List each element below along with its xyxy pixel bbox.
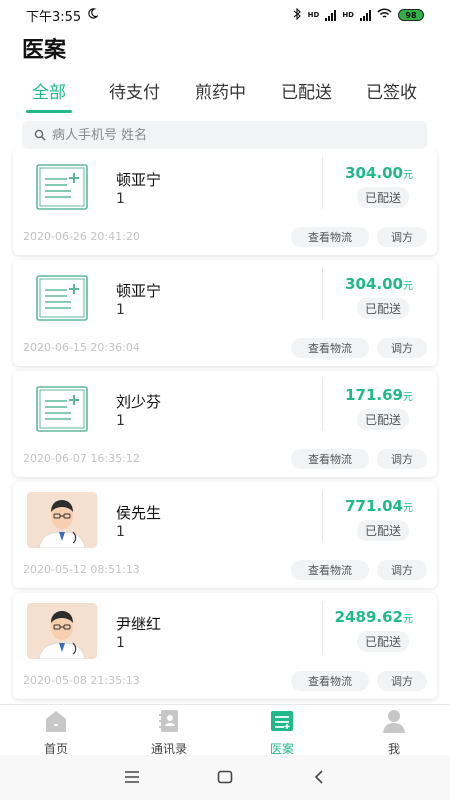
home-icon [43, 709, 69, 737]
order-card[interactable]: 顿亚宁 1 304.00元 已配送 2020-06-15 20:36:04 查看… [13, 260, 437, 366]
network-type-label: HD [307, 11, 320, 19]
status-badge: 已配送 [356, 298, 409, 319]
dose-count: 1 [116, 191, 125, 207]
dose-count: 1 [116, 524, 125, 540]
status-badge: 已配送 [356, 631, 409, 652]
divider [322, 157, 323, 209]
doctor-avatar [27, 603, 97, 660]
patient-name: 顿亚宁 [116, 171, 162, 189]
view-logistics-button[interactable]: 查看物流 [291, 671, 369, 691]
contacts-icon [156, 709, 182, 737]
patient-name: 侯先生 [116, 504, 162, 522]
case-icon [269, 709, 295, 737]
prescription-icon [27, 381, 97, 437]
order-date: 2020-06-07 16:35:12 [23, 452, 140, 465]
profile-icon [381, 709, 407, 737]
divider [322, 379, 323, 431]
status-left: 下午3:55 [26, 6, 100, 25]
order-date: 2020-05-12 08:51:13 [23, 563, 140, 576]
divider [322, 268, 323, 320]
nav-home[interactable]: 首页 [16, 709, 96, 757]
order-list: 顿亚宁 1 304.00元 已配送 2020-06-26 20:41:20 查看… [0, 149, 450, 704]
patient-name: 刘少芬 [116, 393, 162, 411]
page-title: 医案 [22, 38, 67, 63]
view-logistics-button[interactable]: 查看物流 [291, 449, 369, 469]
moon-icon [87, 7, 100, 23]
price-unit: 元 [403, 170, 413, 181]
status-time: 下午3:55 [26, 9, 82, 25]
price-value: 171.69 [345, 386, 403, 404]
status-badge: 已配送 [356, 409, 409, 430]
price-unit: 元 [403, 392, 413, 403]
status-right: HD HD 98 [293, 7, 424, 23]
divider [322, 601, 323, 653]
network-type-label-2: HD [342, 11, 354, 19]
view-logistics-button[interactable]: 查看物流 [291, 560, 369, 580]
status-badge: 已配送 [356, 520, 409, 541]
nav-cases[interactable]: 医案 [242, 709, 322, 757]
adjust-prescription-button[interactable]: 调方 [377, 560, 427, 580]
patient-name: 尹继红 [116, 615, 162, 633]
signal-icon-2 [360, 9, 371, 21]
system-nav-bar [0, 755, 450, 800]
dose-count: 1 [116, 635, 125, 651]
adjust-prescription-button[interactable]: 调方 [377, 449, 427, 469]
divider [322, 490, 323, 542]
search-bar[interactable] [22, 121, 427, 149]
price-unit: 元 [403, 503, 413, 514]
order-date: 2020-06-26 20:41:20 [23, 230, 140, 243]
search-icon [34, 126, 46, 145]
prescription-icon [27, 159, 97, 215]
prescription-icon [27, 270, 97, 326]
order-card[interactable]: 侯先生 1 771.04元 已配送 2020-05-12 08:51:13 查看… [13, 482, 437, 588]
status-badge: 已配送 [356, 187, 409, 208]
tab-active-indicator [26, 110, 72, 113]
order-card[interactable]: 刘少芬 1 171.69元 已配送 2020-06-07 16:35:12 查看… [13, 371, 437, 477]
bluetooth-icon [293, 7, 302, 23]
nav-profile[interactable]: 我 [354, 709, 434, 757]
patient-name: 顿亚宁 [116, 282, 162, 300]
bottom-nav: 首页 通讯录 医案 我 [0, 704, 450, 757]
doctor-avatar [27, 492, 97, 549]
tab-all[interactable]: 全部 [32, 78, 66, 103]
tab-signed[interactable]: 已签收 [366, 78, 417, 103]
dose-count: 1 [116, 302, 125, 318]
menu-icon[interactable] [124, 769, 140, 788]
order-price: 304.00元 [345, 275, 413, 293]
home-button-icon[interactable] [217, 769, 233, 788]
order-price: 771.04元 [345, 497, 413, 515]
dose-count: 1 [116, 413, 125, 429]
nav-contacts[interactable]: 通讯录 [129, 709, 209, 757]
wifi-icon [377, 8, 392, 22]
tab-decocting[interactable]: 煎药中 [195, 78, 246, 103]
status-tabs: 全部 待支付 煎药中 已配送 已签收 [0, 74, 450, 114]
price-unit: 元 [403, 281, 413, 292]
order-price: 171.69元 [345, 386, 413, 404]
price-unit: 元 [403, 614, 413, 625]
back-icon[interactable] [313, 769, 325, 788]
price-value: 2489.62 [334, 608, 403, 626]
order-date: 2020-05-08 21:35:13 [23, 674, 140, 687]
adjust-prescription-button[interactable]: 调方 [377, 227, 427, 247]
order-card[interactable]: 顿亚宁 1 304.00元 已配送 2020-06-26 20:41:20 查看… [13, 149, 437, 255]
view-logistics-button[interactable]: 查看物流 [291, 227, 369, 247]
price-value: 771.04 [345, 497, 403, 515]
battery-indicator: 98 [398, 9, 424, 21]
tab-delivered[interactable]: 已配送 [281, 78, 332, 103]
tab-pending-payment[interactable]: 待支付 [109, 78, 160, 103]
order-price: 304.00元 [345, 164, 413, 182]
order-price: 2489.62元 [335, 608, 413, 626]
adjust-prescription-button[interactable]: 调方 [377, 671, 427, 691]
view-logistics-button[interactable]: 查看物流 [291, 338, 369, 358]
price-value: 304.00 [345, 275, 403, 293]
price-value: 304.00 [345, 164, 403, 182]
status-bar: 下午3:55 HD HD 98 [0, 0, 450, 30]
order-card[interactable]: 尹继红 1 2489.62元 已配送 2020-05-08 21:35:13 查… [13, 593, 437, 699]
signal-icon [325, 9, 337, 21]
search-input[interactable] [52, 127, 392, 143]
adjust-prescription-button[interactable]: 调方 [377, 338, 427, 358]
order-date: 2020-06-15 20:36:04 [23, 341, 140, 354]
